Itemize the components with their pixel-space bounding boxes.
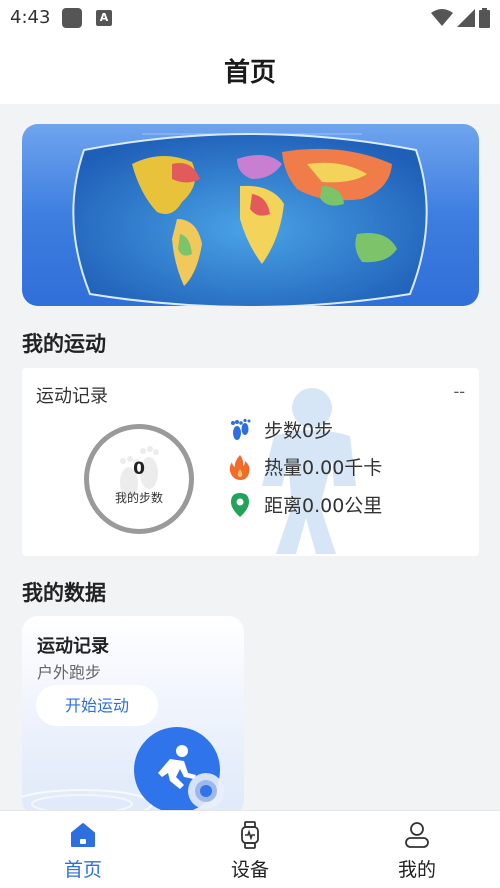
- signal-icon: [457, 9, 475, 27]
- wifi-icon: [431, 9, 453, 26]
- footprint-icon: [231, 418, 251, 440]
- outdoor-run-card[interactable]: 运动记录 户外跑步 开始运动: [22, 616, 244, 816]
- status-indicators: [431, 8, 490, 28]
- stat-steps-label: 步数0步: [264, 420, 334, 442]
- world-map-image: [72, 133, 428, 306]
- title-bar: 首页: [0, 34, 500, 104]
- nav-mine[interactable]: 我的: [334, 811, 500, 888]
- sport-record-placeholder: --: [453, 382, 465, 401]
- my-sport-section-title: 我的运动: [22, 332, 106, 356]
- stat-calories-label: 热量0.00千卡: [264, 457, 383, 479]
- location-badge-icon: [188, 773, 224, 809]
- status-time: 4:43: [10, 7, 51, 28]
- nav-mine-label: 我的: [397, 859, 436, 881]
- stat-calories: 热量0.00千卡: [228, 453, 382, 480]
- sport-record-title: 运动记录: [36, 386, 108, 407]
- a-badge-icon: A: [96, 10, 112, 26]
- run-action-button[interactable]: [134, 727, 224, 813]
- flame-icon: [229, 454, 250, 480]
- nav-device[interactable]: 设备: [167, 811, 333, 888]
- person-icon: [405, 822, 429, 848]
- home-icon: [71, 823, 95, 847]
- my-data-section-title: 我的数据: [22, 581, 106, 605]
- battery-icon: [479, 8, 490, 28]
- status-bar: 4:43 A: [0, 0, 500, 34]
- run-card-subtitle: 户外跑步: [37, 663, 102, 682]
- steps-label: 我的步数: [114, 491, 163, 505]
- steps-ring: 0 我的步数: [84, 424, 194, 534]
- location-pin-icon: [231, 492, 249, 517]
- nav-home-label: 首页: [63, 859, 102, 881]
- stat-distance: 距离0.00公里: [228, 491, 382, 518]
- steps-value: 0: [133, 459, 145, 479]
- watch-icon: [241, 821, 259, 849]
- start-sport-button[interactable]: 开始运动: [36, 685, 158, 726]
- stat-steps: 步数0步: [228, 416, 333, 443]
- page-title: 首页: [223, 58, 276, 88]
- bottom-navigation: 首页 设备 我的: [0, 810, 500, 888]
- nav-home[interactable]: 首页: [0, 811, 166, 888]
- stat-distance-label: 距离0.00公里: [264, 495, 383, 517]
- nav-device-label: 设备: [230, 859, 269, 881]
- notification-square-icon: [62, 8, 82, 28]
- sport-record-card[interactable]: 运动记录 -- 0 我的步数 步数0步 热量0.00千卡 距离0.00公里: [22, 368, 479, 556]
- world-map-banner[interactable]: [22, 124, 479, 306]
- run-card-title: 运动记录: [37, 636, 109, 657]
